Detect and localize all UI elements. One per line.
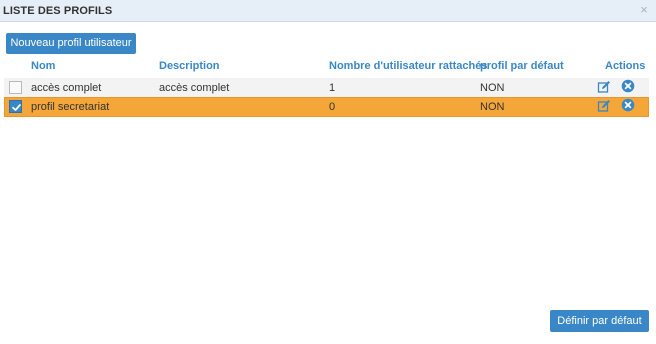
table-row-selected[interactable]: profil secretariat 0 NON <box>4 97 649 117</box>
cell-nom: profil secretariat <box>31 101 110 113</box>
table-row[interactable]: accès complet accès complet 1 NON <box>4 78 649 98</box>
delete-icon[interactable] <box>621 98 635 112</box>
cell-user-count: 1 <box>329 82 336 94</box>
cell-description: accès complet <box>159 82 230 94</box>
row-checkbox[interactable] <box>9 81 22 94</box>
column-header-user-count[interactable]: Nombre d'utilisateur rattachés <box>329 60 488 72</box>
cell-default-profile: NON <box>480 101 505 113</box>
profiles-dialog: LISTE DES PROFILS × Nouveau profil utili… <box>0 0 656 344</box>
edit-icon[interactable] <box>597 99 611 113</box>
row-checkbox-checked[interactable] <box>9 100 22 113</box>
column-header-default-profile[interactable]: profil par défaut <box>480 60 564 72</box>
dialog-titlebar: LISTE DES PROFILS × <box>0 0 656 22</box>
cell-nom: accès complet <box>31 82 102 94</box>
new-profile-button[interactable]: Nouveau profil utilisateur <box>6 33 136 54</box>
close-icon[interactable]: × <box>638 3 650 17</box>
cell-default-profile: NON <box>480 82 505 94</box>
set-default-button[interactable]: Définir par défaut <box>550 310 649 332</box>
edit-icon[interactable] <box>597 80 611 94</box>
table-header: Nom Description Nombre d'utilisateur rat… <box>0 60 656 76</box>
column-header-description[interactable]: Description <box>159 60 220 72</box>
dialog-title: LISTE DES PROFILS <box>3 5 113 17</box>
column-header-actions: Actions <box>605 60 646 72</box>
check-icon <box>12 104 21 111</box>
column-header-nom[interactable]: Nom <box>31 60 55 72</box>
cell-user-count: 0 <box>329 101 336 113</box>
delete-icon[interactable] <box>621 79 635 93</box>
